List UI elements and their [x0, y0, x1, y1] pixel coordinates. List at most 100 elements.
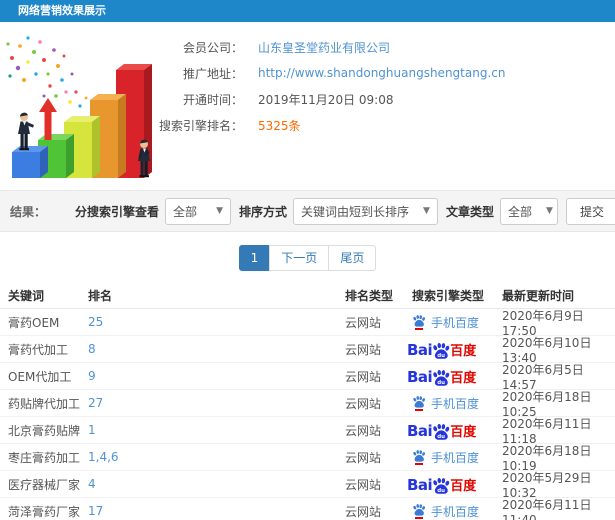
page-title: 网络营销效果展示 — [18, 4, 106, 17]
rank-type-cell: 云网站 — [345, 450, 382, 465]
promo-url-link[interactable]: http://www.shandonghuangshengtang.cn — [258, 66, 505, 80]
keyword-cell: 北京膏药贴牌 — [8, 423, 81, 438]
svg-text:du: du — [437, 353, 445, 359]
baidu-paw-icon: du — [431, 477, 451, 495]
svg-text:du: du — [437, 434, 445, 440]
engine-rank-count: 5325条 — [258, 117, 301, 134]
results-table-body: 膏药OEM 25 云网站 手机百度 2020年6月9日 17:50 膏药代加工 … — [0, 309, 615, 520]
baidu-paw-icon: du — [431, 342, 451, 360]
keyword-cell: 菏泽膏药厂家 — [8, 504, 81, 519]
businessman-left — [18, 112, 34, 151]
baidu-paw-icon — [412, 314, 426, 330]
engine-rank-label: 搜索引擎排名： — [158, 118, 243, 133]
baidu-paw-underline — [415, 517, 423, 519]
company-row: 会员公司： 山东皇圣堂药业有限公司 — [138, 34, 615, 60]
baidu-paw-icon — [412, 503, 426, 519]
baidu-paw-icon — [412, 395, 426, 411]
svg-text:du: du — [437, 488, 445, 494]
article-type-label: 文章类型 — [445, 204, 494, 219]
engine-view-select[interactable]: 全部 ▼ — [165, 197, 232, 225]
engine-view-label: 分搜索引擎查看 — [75, 204, 160, 219]
chevron-down-icon: ▼ — [546, 206, 553, 216]
engine-cell: 手机百度 — [412, 449, 502, 466]
rank-link[interactable]: 1 — [88, 423, 96, 437]
filter-controls: 分搜索引擎查看 全部 ▼ 排序方式 关键词由短到长排序 ▼ 文章类型 全部 ▼ … — [67, 197, 615, 225]
rank-link[interactable]: 8 — [88, 342, 96, 356]
baidu-logo: Bai du 百度 — [407, 340, 476, 360]
rank-link[interactable]: 17 — [88, 504, 103, 518]
keyword-cell: OEM代加工 — [8, 369, 72, 384]
result-label: 结果： — [10, 204, 47, 219]
promo-url-label: 推广地址： — [182, 66, 243, 81]
company-label: 会员公司： — [182, 40, 243, 55]
mobile-baidu-label: 手机百度 — [431, 450, 480, 465]
baidu-paw-icon: du — [431, 369, 451, 387]
updated-time-cell: 2020年6月11日 11:40 — [502, 497, 592, 520]
baidu-paw-underline — [415, 463, 423, 465]
rank-link[interactable]: 4 — [88, 477, 96, 491]
table-row: 药贴牌代加工 27 云网站 手机百度 2020年6月18日 10:25 — [0, 390, 615, 419]
bar-blue — [12, 146, 48, 178]
header-keyword: 关键词 — [8, 288, 45, 303]
svg-text:du: du — [437, 380, 445, 386]
chevron-down-icon: ▼ — [216, 206, 224, 216]
sort-select[interactable]: 关键词由短到长排序 ▼ — [293, 197, 438, 225]
mobile-baidu-badge: 手机百度 — [412, 449, 479, 466]
baidu-logo-bai: Bai — [407, 422, 433, 440]
page-button-current[interactable]: 1 — [238, 245, 271, 271]
rank-link[interactable]: 27 — [88, 396, 103, 410]
pagination: 1 下一页 尾页 — [0, 245, 615, 271]
engine-cell: Bai du 百度 — [407, 421, 502, 441]
app-title-bar: 网络营销效果展示 — [0, 0, 615, 22]
header-rank: 排名 — [88, 288, 113, 303]
rank-type-cell: 云网站 — [345, 423, 382, 438]
baidu-logo: Bai du 百度 — [407, 367, 477, 387]
rank-link[interactable]: 9 — [88, 369, 96, 383]
engine-cell: 手机百度 — [412, 503, 502, 520]
baidu-paw-icon: du — [431, 423, 451, 441]
rank-link[interactable]: 25 — [88, 315, 103, 329]
keyword-cell: 医疗器械厂家 — [8, 477, 81, 492]
rank-type-cell: 云网站 — [345, 369, 382, 384]
article-type-selected: 全部 — [507, 204, 532, 219]
baidu-logo-chinese: 百度 — [450, 371, 477, 386]
baidu-logo-bai: Bai — [407, 368, 433, 386]
last-page-button[interactable]: 尾页 — [328, 245, 377, 271]
engine-cell: 手机百度 — [412, 395, 502, 412]
baidu-paw-icon — [412, 449, 426, 465]
table-row: 医疗器械厂家 4 云网站 Bai du 百度 2020年5月29日 10:32 — [0, 471, 615, 500]
next-page-button[interactable]: 下一页 — [269, 245, 330, 271]
table-row: 膏药OEM 25 云网站 手机百度 2020年6月9日 17:50 — [0, 309, 615, 338]
table-row: 膏药代加工 8 云网站 Bai du 百度 2020年6月10日 13:40 — [0, 336, 615, 365]
confetti-dots — [6, 36, 88, 108]
rank-type-cell: 云网站 — [345, 477, 382, 492]
opened-time-value: 2019年11月20日 09:08 — [258, 92, 394, 107]
chevron-down-icon: ▼ — [423, 206, 430, 216]
submit-button[interactable]: 提交 — [565, 197, 615, 225]
keyword-cell: 膏药代加工 — [8, 342, 69, 357]
baidu-logo-bai: Bai — [407, 476, 433, 494]
article-type-select[interactable]: 全部 ▼ — [499, 197, 558, 225]
member-info-panel: 会员公司： 山东皇圣堂药业有限公司 推广地址： http://www.shand… — [138, 34, 615, 138]
header-engine-type: 搜索引擎类型 — [412, 288, 485, 303]
rank-type-cell: 云网站 — [345, 342, 382, 357]
table-row: 枣庄膏药加工 1,4,6 云网站 手机百度 2020年6月18日 10:19 — [0, 444, 615, 473]
baidu-paw-underline — [415, 409, 423, 411]
mobile-baidu-badge: 手机百度 — [412, 503, 479, 520]
sort-selected: 关键词由短到长排序 — [301, 204, 410, 219]
engine-rank-row: 搜索引擎排名： 5325条 — [138, 112, 615, 138]
company-link[interactable]: 山东皇圣堂药业有限公司 — [258, 39, 390, 56]
up-arrow — [39, 98, 57, 140]
mobile-baidu-label: 手机百度 — [431, 504, 480, 519]
table-row: 北京膏药贴牌 1 云网站 Bai du 百度 2020年6月11日 11:18 — [0, 417, 615, 446]
engine-view-selected: 全部 — [173, 204, 198, 219]
baidu-logo: Bai du 百度 — [407, 475, 476, 495]
header-updated: 最新更新时间 — [502, 288, 575, 303]
rank-link[interactable]: 1,4,6 — [88, 450, 119, 464]
table-header-row: 关键词 排名 排名类型 搜索引擎类型 最新更新时间 — [0, 282, 615, 309]
engine-cell: Bai du 百度 — [407, 340, 502, 359]
keyword-cell: 膏药OEM — [8, 315, 60, 330]
baidu-paw-underline — [415, 328, 423, 330]
engine-cell: Bai du 百度 — [407, 475, 502, 494]
rank-type-cell: 云网站 — [345, 396, 382, 411]
